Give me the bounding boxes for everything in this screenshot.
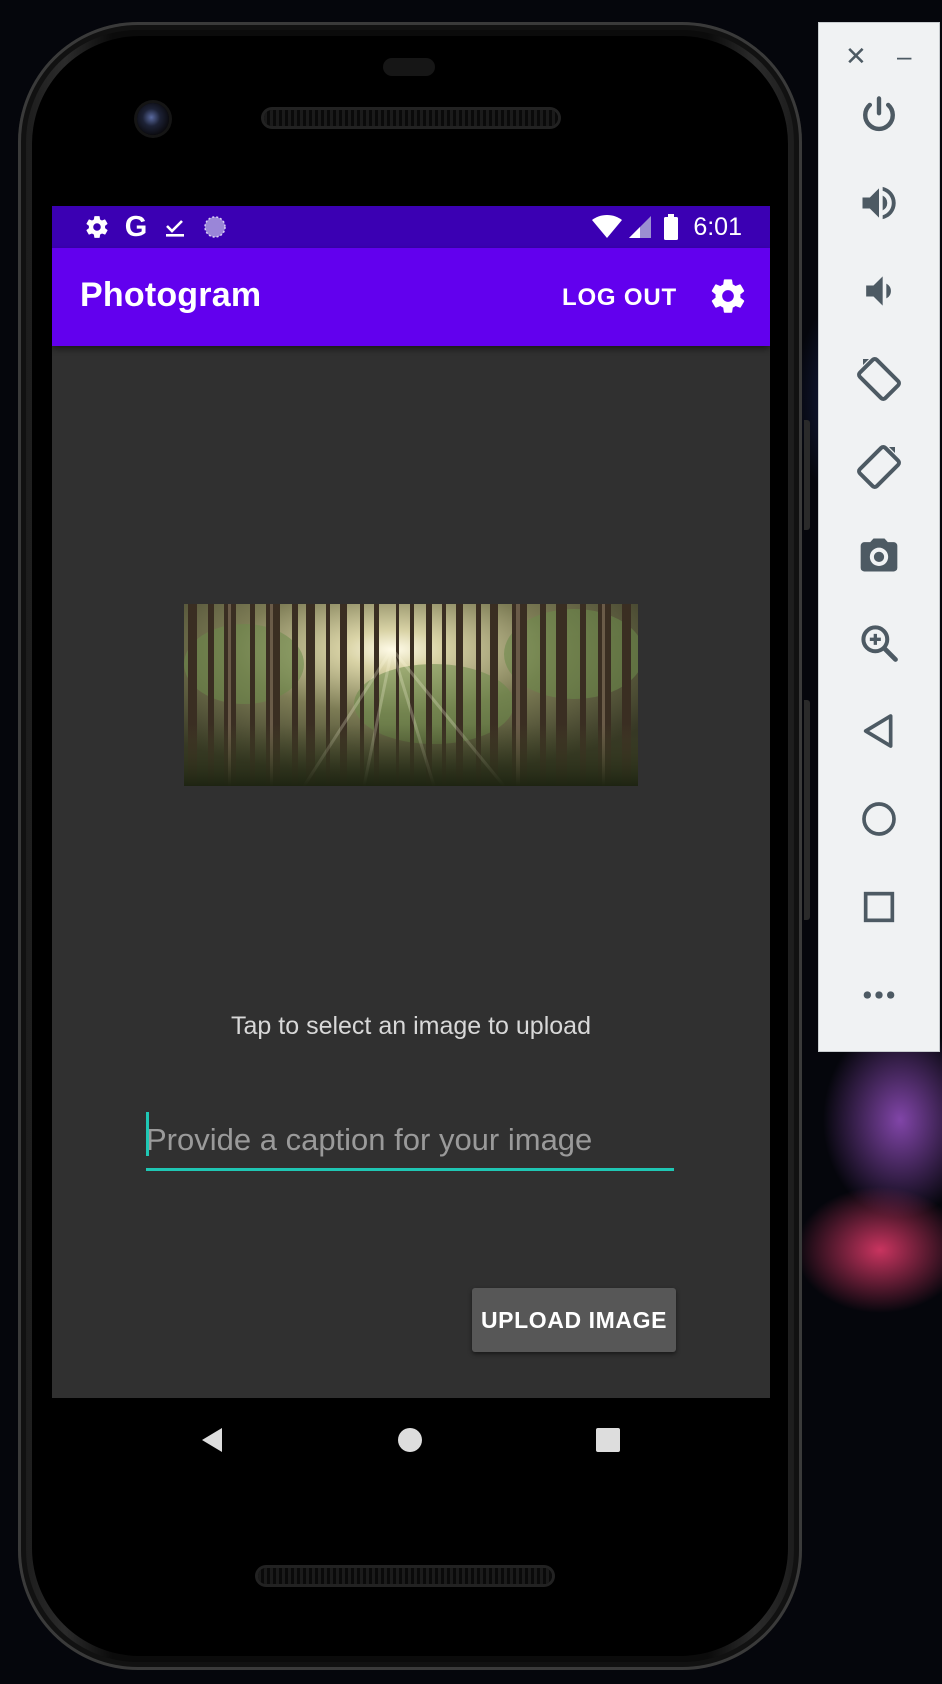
battery-icon bbox=[662, 214, 680, 240]
status-bar: G 6:01 bbox=[52, 206, 770, 248]
rotate-right-icon[interactable] bbox=[851, 439, 907, 495]
upload-image-button[interactable]: UPLOAD IMAGE bbox=[472, 1288, 676, 1352]
front-camera bbox=[137, 103, 169, 135]
selected-image-preview[interactable] bbox=[184, 604, 638, 786]
nav-back-icon[interactable] bbox=[196, 1410, 228, 1470]
upload-hint-text: Tap to select an image to upload bbox=[231, 1012, 591, 1040]
power-side-button bbox=[804, 420, 810, 530]
volume-up-icon[interactable] bbox=[851, 175, 907, 231]
volume-side-button bbox=[804, 700, 810, 920]
minimize-icon[interactable]: – bbox=[897, 41, 911, 72]
wifi-icon bbox=[590, 214, 624, 240]
power-icon[interactable] bbox=[851, 87, 907, 143]
zoom-icon[interactable] bbox=[851, 615, 907, 671]
close-icon[interactable]: ✕ bbox=[845, 41, 867, 72]
more-icon[interactable] bbox=[851, 967, 907, 1023]
back-icon[interactable] bbox=[851, 703, 907, 759]
status-time: 6:01 bbox=[693, 213, 742, 241]
gear-icon bbox=[82, 214, 112, 240]
nav-recents-icon[interactable] bbox=[592, 1410, 624, 1470]
settings-gear-icon[interactable] bbox=[708, 276, 748, 316]
logout-button[interactable]: LOG OUT bbox=[562, 284, 677, 312]
volume-down-icon[interactable] bbox=[851, 263, 907, 319]
google-icon: G bbox=[124, 210, 148, 243]
download-done-icon bbox=[160, 214, 190, 240]
circle-dots-icon bbox=[200, 214, 230, 240]
rotate-left-icon[interactable] bbox=[851, 351, 907, 407]
home-icon[interactable] bbox=[851, 791, 907, 847]
nav-home-icon[interactable] bbox=[394, 1410, 426, 1470]
emulator-toolbar: ✕ – bbox=[818, 22, 940, 1052]
camera-icon[interactable] bbox=[851, 527, 907, 583]
app-screen: G 6:01 Photogram LOG OUT Tap to select a… bbox=[52, 206, 770, 1398]
caption-input[interactable] bbox=[146, 1112, 674, 1171]
text-cursor bbox=[146, 1112, 149, 1156]
signal-icon bbox=[626, 214, 654, 240]
app-bar: Photogram LOG OUT bbox=[52, 248, 770, 346]
proximity-sensor bbox=[383, 58, 435, 76]
top-speaker bbox=[264, 110, 558, 126]
app-title: Photogram bbox=[80, 276, 262, 314]
bottom-speaker bbox=[258, 1568, 552, 1584]
overview-icon[interactable] bbox=[851, 879, 907, 935]
